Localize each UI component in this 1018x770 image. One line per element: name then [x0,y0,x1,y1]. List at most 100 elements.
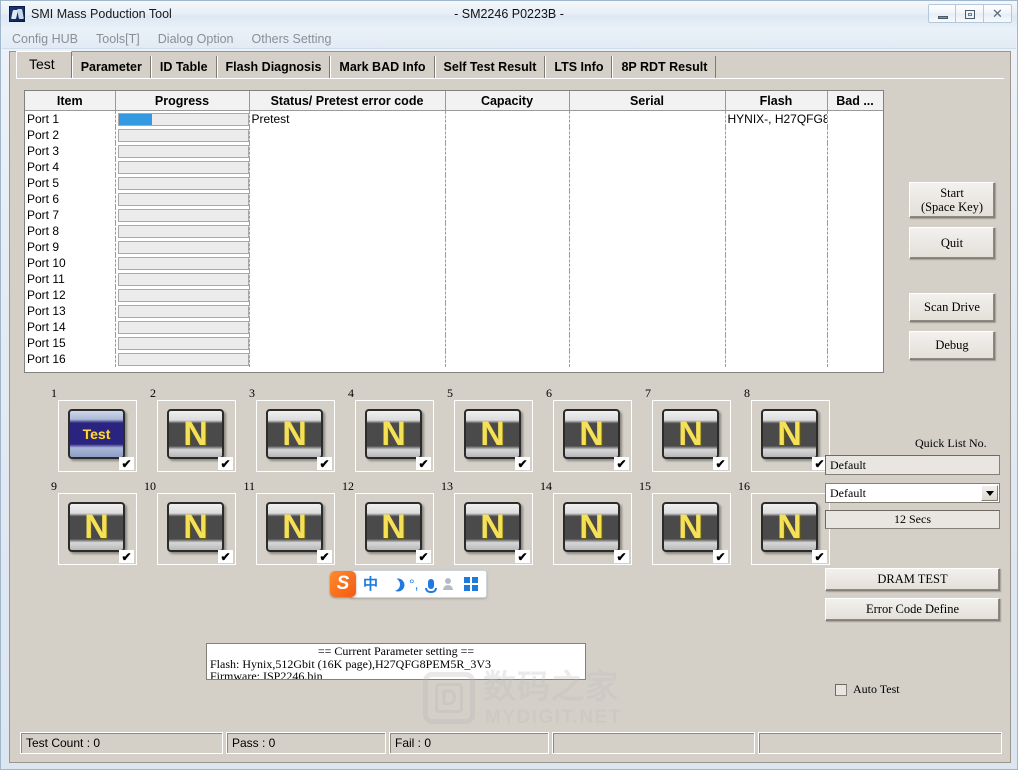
column-header-progress[interactable]: Progress [115,91,250,111]
device-tile[interactable]: 12 N ✔ [342,479,434,565]
table-row[interactable]: Port 11 [25,271,883,287]
device-tile-checkbox[interactable]: ✔ [119,550,134,563]
table-row[interactable]: Port 12 [25,287,883,303]
menu-item-dialog-option[interactable]: Dialog Option [158,32,234,46]
device-tile-number: 5 [447,386,453,400]
device-tile-thumbnail: N [563,409,620,459]
column-header-status[interactable]: Status/ Pretest error code [249,91,446,111]
table-row[interactable]: Port 9 [25,239,883,255]
cell-flash [725,319,828,335]
close-button[interactable]: ✕ [984,4,1012,23]
device-tile[interactable]: 15 N ✔ [639,479,731,565]
auto-test-checkbox[interactable] [835,683,847,696]
tab-self-test-result[interactable]: Self Test Result [434,56,546,78]
cell-item: Port 8 [25,223,116,239]
tab-lts-info[interactable]: LTS Info [545,56,613,78]
quick-list-select[interactable]: Default [825,483,1000,503]
maximize-button[interactable] [956,4,984,23]
scan-drive-button[interactable]: Scan Drive [909,293,995,322]
tab-8p-rdt-result[interactable]: 8P RDT Result [612,56,717,78]
tab-parameter[interactable]: Parameter [71,56,151,78]
table-row[interactable]: Port 4 [25,159,883,175]
minimize-button[interactable] [928,4,956,23]
error-code-define-button[interactable]: Error Code Define [825,598,1000,621]
device-tile-checkbox[interactable]: ✔ [218,457,233,470]
microphone-icon[interactable] [424,579,437,593]
moon-icon[interactable] [387,578,400,591]
auto-test-checkbox-row[interactable]: Auto Test [835,682,900,697]
table-row[interactable]: Port 15 [25,335,883,351]
punctuation-icon[interactable]: °, [409,577,419,591]
table-row[interactable]: Port 2 [25,127,883,143]
table-row[interactable]: Port 6 [25,191,883,207]
tab-mark-bad-info[interactable]: Mark BAD Info [330,56,435,78]
device-tile[interactable]: 10 N ✔ [144,479,236,565]
tab-id-table[interactable]: ID Table [150,56,217,78]
menu-item-tools[interactable]: Tools[T] [96,32,140,46]
table-row[interactable]: Port 14 [25,319,883,335]
column-header-capacity[interactable]: Capacity [445,91,570,111]
port-grid[interactable]: Item Progress Status/ Pretest error code… [24,90,884,373]
device-tile-checkbox[interactable]: ✔ [812,550,827,563]
debug-button[interactable]: Debug [909,331,995,360]
table-row[interactable]: Port 3 [25,143,883,159]
table-row[interactable]: Port 8 [25,223,883,239]
ime-language-mode-icon[interactable]: 中 [363,576,378,592]
column-header-item[interactable]: Item [25,91,116,111]
device-tile[interactable]: 4 N ✔ [348,386,434,472]
cell-serial [569,319,726,335]
user-account-icon[interactable] [442,578,455,590]
device-tile[interactable]: 16 N ✔ [738,479,830,565]
device-tile[interactable]: 7 N ✔ [645,386,731,472]
device-tile[interactable]: 14 N ✔ [540,479,632,565]
table-row[interactable]: Port 10 [25,255,883,271]
device-tile-checkbox[interactable]: ✔ [317,457,332,470]
progress-bar [117,161,248,174]
device-tile-checkbox[interactable]: ✔ [416,457,431,470]
menu-item-config-hub[interactable]: Config HUB [12,32,78,46]
device-tile[interactable]: 6 N ✔ [546,386,632,472]
dram-test-button[interactable]: DRAM TEST [825,568,1000,591]
device-tile[interactable]: 9 N ✔ [51,479,137,565]
chevron-down-icon[interactable] [981,485,998,501]
menu-item-others-setting[interactable]: Others Setting [252,32,332,46]
device-tile-checkbox[interactable]: ✔ [614,550,629,563]
table-row[interactable]: Port 16 [25,351,883,367]
device-tile[interactable]: 13 N ✔ [441,479,533,565]
device-tile-checkbox[interactable]: ✔ [317,550,332,563]
device-tile-checkbox[interactable]: ✔ [416,550,431,563]
column-header-serial[interactable]: Serial [569,91,726,111]
table-row[interactable]: Port 7 [25,207,883,223]
device-tile-checkbox[interactable]: ✔ [218,550,233,563]
device-tile-checkbox[interactable]: ✔ [119,457,134,470]
device-tile-checkbox[interactable]: ✔ [515,550,530,563]
column-header-bad[interactable]: Bad ... [827,91,883,111]
device-tile[interactable]: 11 N ✔ [243,479,335,565]
device-tile[interactable]: 5 N ✔ [447,386,533,472]
device-tile[interactable]: 3 N ✔ [249,386,335,472]
table-row[interactable]: Port 1 Pretest HYNIX-, H27QFG8.0 [25,110,883,127]
column-header-flash[interactable]: Flash [725,91,828,111]
cell-flash [725,223,828,239]
device-tile-thumbnail: N [464,409,521,459]
start-button[interactable]: Start (Space Key) [909,182,995,218]
device-tile-checkbox[interactable]: ✔ [713,457,728,470]
ime-logo-icon[interactable]: S [330,571,356,597]
tab-test[interactable]: Test [16,51,72,78]
cell-capacity [445,351,570,367]
quit-button[interactable]: Quit [909,227,995,259]
table-row[interactable]: Port 5 [25,175,883,191]
quick-list-value-field[interactable]: Default [825,455,1000,475]
device-tile-number: 12 [342,479,354,493]
device-tile[interactable]: 1 Test ✔ [51,386,137,472]
device-tile-checkbox[interactable]: ✔ [515,457,530,470]
ime-toolbar[interactable]: S 中 °, [330,570,487,598]
device-tile[interactable]: 8 N ✔ [744,386,830,472]
device-tile-checkbox[interactable]: ✔ [614,457,629,470]
cell-flash [725,127,828,143]
device-tile-checkbox[interactable]: ✔ [713,550,728,563]
tab-flash-diagnosis[interactable]: Flash Diagnosis [216,56,331,78]
toolbox-icon[interactable] [463,577,478,591]
table-row[interactable]: Port 13 [25,303,883,319]
device-tile[interactable]: 2 N ✔ [150,386,236,472]
